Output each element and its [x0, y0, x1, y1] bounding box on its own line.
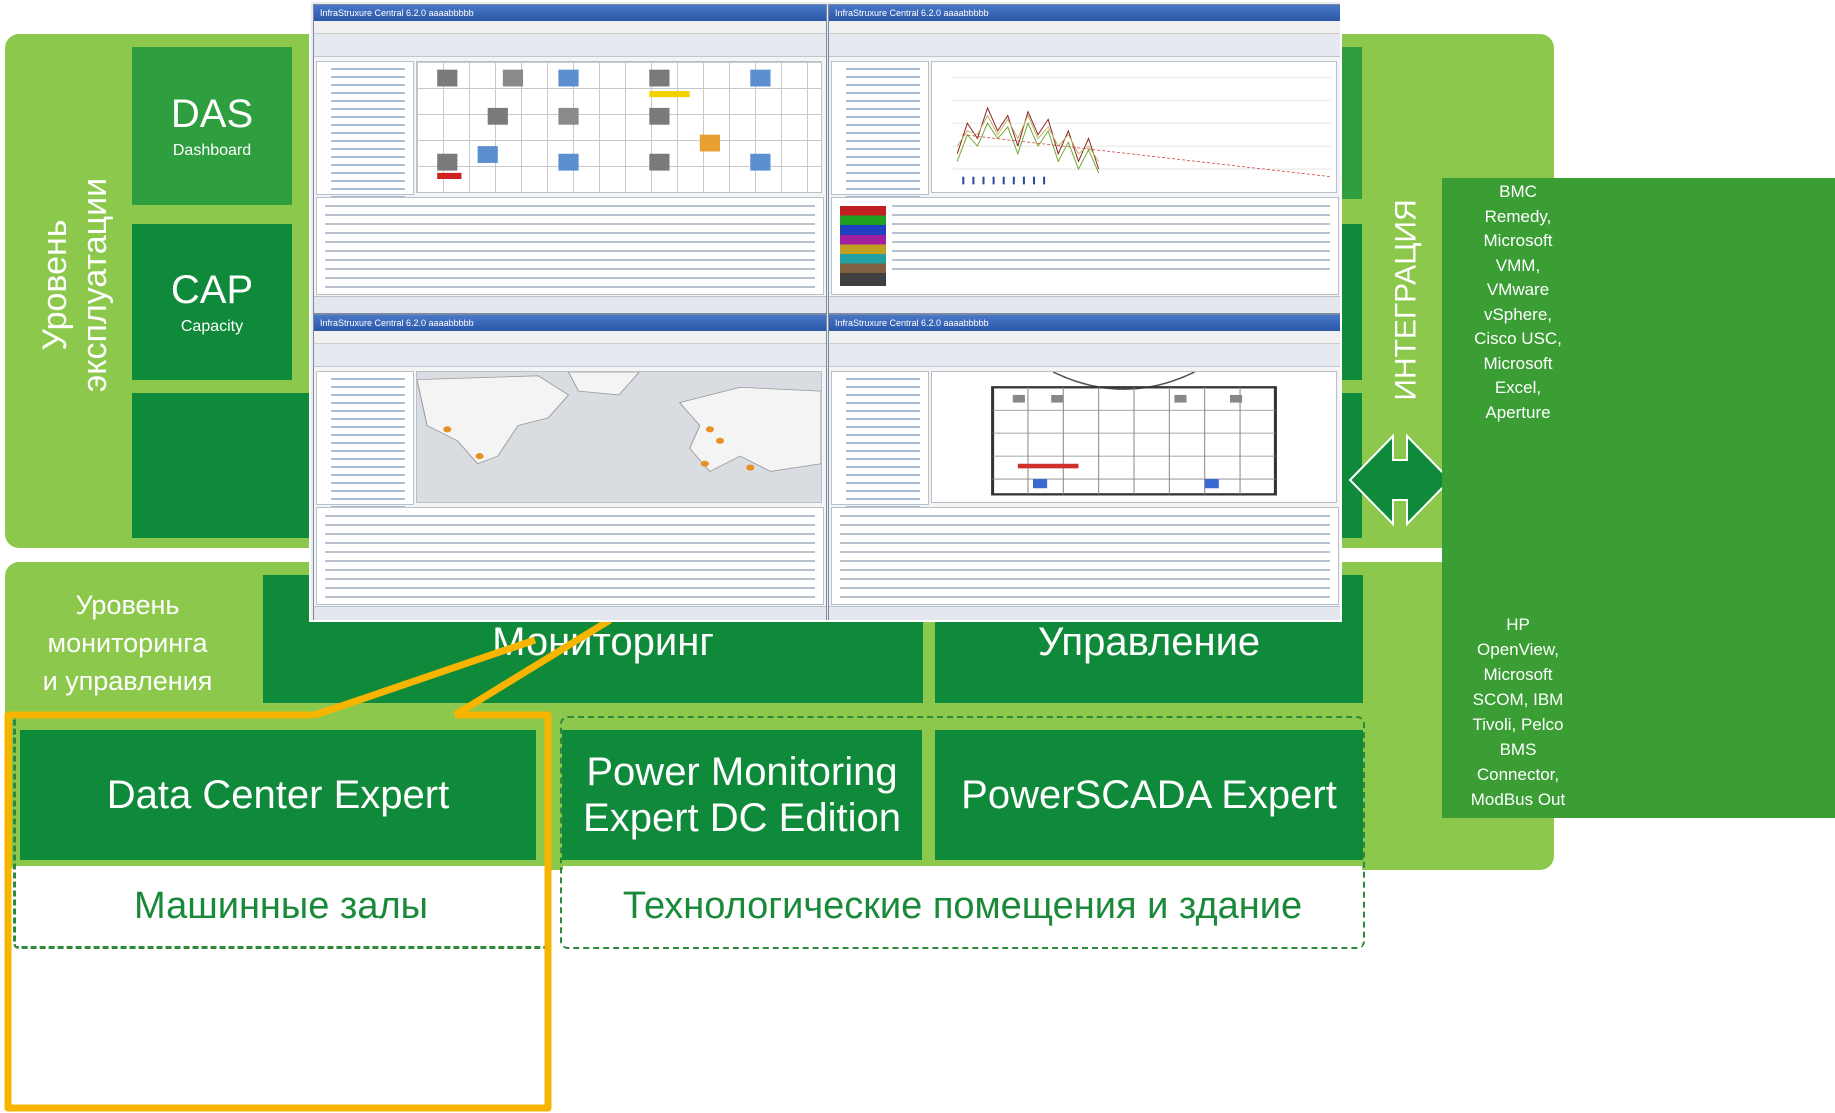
operations-level-label: Уровень эксплуатации [36, 177, 114, 393]
voltage-report-chart [931, 61, 1337, 193]
status-bar [314, 296, 826, 313]
alarms-panel [316, 507, 824, 605]
integration-label: ИНТЕГРАЦИЯ [1390, 199, 1423, 401]
window-title: InfraStruxure Central 6.2.0 aaaabbbbb [829, 315, 1340, 331]
report-table [831, 197, 1339, 295]
monitoring-level-label-line: и управления [42, 666, 213, 696]
integration-item: HP [1506, 615, 1530, 634]
operations-level-label-box: Уровень эксплуатации [20, 120, 130, 450]
integration-item: Microsoft [1483, 231, 1553, 250]
das-title: DAS [170, 92, 254, 136]
integration-item: Aperture [1485, 402, 1551, 422]
cap-tile: CAP Capacity [132, 224, 292, 380]
integration-arrow [1348, 433, 1452, 527]
machine-rooms-label-box: Машинные залы [16, 866, 546, 946]
window-title: InfraStruxure Central 6.2.0 aaaabbbbb [314, 5, 826, 21]
integration-item: vSphere, [1483, 304, 1553, 324]
screenshot-reports-window: InfraStruxure Central 6.2.0 aaaabbbbb [828, 4, 1340, 314]
voltage-report-graphic [952, 76, 1332, 185]
das-subtitle: Dashboard [172, 142, 252, 159]
monitoring-level-label: Уровень мониторинга и управления [20, 586, 235, 700]
room-plan-graphic [991, 371, 1277, 496]
operations-empty-tile [132, 393, 312, 538]
integration-item: SCOM, IBM [1472, 690, 1564, 709]
integration-bottom-list: HP OpenView, Microsoft SCOM, IBM Tivoli,… [1442, 612, 1594, 812]
das-tile: DAS Dashboard [132, 47, 292, 205]
integration-item: Microsoft [1483, 353, 1553, 373]
alarms-panel [316, 197, 824, 295]
integration-top-list: BMC Remedy, Microsoft VMM, VMware vSpher… [1442, 180, 1594, 425]
device-tree [316, 61, 414, 238]
integration-item: Microsoft [1483, 665, 1553, 684]
menu-bar [829, 21, 1340, 34]
integration-item: BMC [1499, 182, 1537, 201]
integration-label-box: ИНТЕГРАЦИЯ [1362, 150, 1452, 450]
integration-item: Excel, [1494, 378, 1542, 397]
world-map-graphic [416, 371, 822, 472]
integration-item: Remedy, [1484, 206, 1552, 226]
room-plan-view [931, 371, 1337, 503]
menu-bar [314, 21, 826, 34]
status-bar [829, 296, 1340, 313]
machine-rooms-label: Машинные залы [134, 884, 428, 927]
legend-swatches [840, 206, 886, 286]
toolbar [314, 34, 826, 57]
menu-bar [314, 331, 826, 344]
tech-rooms-label: Технологические помещения и здание [622, 884, 1303, 927]
screenshot-map-window: InfraStruxure Central 6.2.0 aaaabbbbb [313, 314, 827, 620]
integration-item: ModBus Out [1470, 790, 1566, 809]
tech-rooms-label-box: Технологические помещения и здание [563, 866, 1362, 946]
integration-item: Connector, [1476, 765, 1560, 784]
integration-item: Tivoli, Pelco [1472, 715, 1564, 734]
integration-item: OpenView, [1477, 640, 1559, 659]
integration-item: VMware [1486, 280, 1550, 299]
management-title: Управление [1037, 619, 1261, 664]
screenshot-roomplan-window: InfraStruxure Central 6.2.0 aaaabbbbb [828, 314, 1340, 620]
window-title: InfraStruxure Central 6.2.0 aaaabbbbb [829, 5, 1340, 21]
device-tree [831, 371, 929, 548]
cap-subtitle: Capacity [180, 318, 244, 335]
window-title: InfraStruxure Central 6.2.0 aaaabbbbb [314, 315, 826, 331]
cap-title: CAP [170, 268, 254, 312]
monitoring-level-label-line: Уровень [75, 590, 180, 620]
integration-item: Cisco USC, [1474, 329, 1562, 348]
monitoring-level-label-line: мониторинга [47, 628, 208, 658]
floor-plan-graphic [437, 69, 771, 179]
software-screenshots: InfraStruxure Central 6.2.0 aaaabbbbb In… [309, 0, 1342, 622]
toolbar [829, 34, 1340, 57]
screenshot-floorplan-window: InfraStruxure Central 6.2.0 aaaabbbbb [313, 4, 827, 314]
status-bar [829, 606, 1340, 620]
toolbar [314, 344, 826, 367]
integration-item: VMM, [1495, 255, 1541, 275]
reports-tree [831, 61, 929, 238]
integration-item: BMS [1499, 740, 1537, 759]
alarms-panel [831, 507, 1339, 605]
menu-bar [829, 331, 1340, 344]
world-map-view [416, 371, 822, 503]
integration-arrow-shape [1348, 433, 1452, 527]
device-tree [316, 371, 414, 548]
monitoring-title: Мониторинг [492, 619, 714, 664]
floor-plan-view [416, 61, 822, 193]
toolbar [829, 344, 1340, 367]
status-bar [314, 606, 826, 620]
